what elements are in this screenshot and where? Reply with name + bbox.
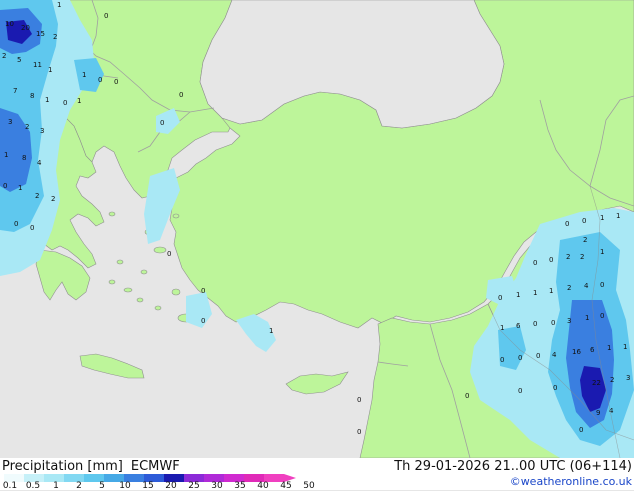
precip-value: 1	[600, 214, 604, 222]
precip-value: 1	[616, 212, 620, 220]
precip-value: 3	[8, 118, 12, 126]
precip-value: 0	[30, 224, 34, 232]
precip-value: 5	[17, 56, 21, 64]
precip-value: 0	[160, 119, 164, 127]
precip-value: 0	[63, 99, 67, 107]
precip-value: 1	[269, 327, 273, 335]
precip-value: 1	[18, 184, 22, 192]
precip-value: 1	[82, 71, 86, 79]
precip-value: 0	[167, 250, 171, 258]
precip-value: 0	[549, 256, 553, 264]
precip-value: 2	[2, 52, 6, 60]
precip-value: 2	[35, 192, 39, 200]
precip-value: 1	[607, 344, 611, 352]
precip-value: 0	[114, 78, 118, 86]
precip-value: 1	[533, 289, 537, 297]
precip-value: 0	[551, 319, 555, 327]
precip-value: 8	[30, 92, 34, 100]
precip-value: 0	[498, 294, 502, 302]
precip-value: 0	[357, 396, 361, 404]
precip-value: 0	[518, 354, 522, 362]
precip-value: 0	[500, 356, 504, 364]
precip-value: 0	[579, 426, 583, 434]
precip-value: 1	[516, 291, 520, 299]
precip-value: 0	[553, 384, 557, 392]
precip-value: 2	[566, 253, 570, 261]
precip-value: 9	[596, 409, 600, 417]
precip-value: 2	[567, 284, 571, 292]
precip-value: 2	[25, 123, 29, 131]
precip-value: 7	[13, 87, 17, 95]
precip-value: 1	[77, 97, 81, 105]
valid-time: Th 29-01-2026 21..00 UTC (06+114)	[394, 459, 632, 474]
precip-value: 1	[48, 66, 52, 74]
precip-value: 0	[3, 182, 7, 190]
credit-link[interactable]: ©weatheronline.co.uk	[510, 475, 632, 488]
precip-value: 1	[623, 343, 627, 351]
precip-value: 0	[518, 387, 522, 395]
precip-value: 22	[592, 379, 601, 387]
model-source: ECMWF	[130, 459, 180, 474]
precip-value: 10	[5, 20, 14, 28]
precip-value: 1	[600, 248, 604, 256]
precip-value: 2	[610, 376, 614, 384]
precip-value: 0	[14, 220, 18, 228]
precip-value: 0	[357, 428, 361, 436]
precip-value: 0	[565, 220, 569, 228]
product-title: Precipitation [mm]	[2, 459, 123, 474]
precip-value: 0	[600, 281, 604, 289]
precip-value: 0	[533, 259, 537, 267]
precip-value: 20	[21, 24, 30, 32]
map-title: Precipitation [mm] ECMWF	[2, 459, 180, 474]
precip-value: 6	[516, 322, 521, 330]
precip-value: 15	[36, 30, 45, 38]
precip-value: 0	[98, 76, 102, 84]
precip-value: 4	[37, 159, 42, 167]
precip-value: 3	[40, 127, 44, 135]
precip-value: 2	[583, 236, 587, 244]
precip-value: 1	[57, 1, 61, 9]
precipitation-map: 1010 2015 22 511110 078 1 0 1032 31 840 12 20 000010…	[0, 0, 634, 458]
precip-value: 3	[626, 374, 630, 382]
precip-value: 0	[179, 91, 183, 99]
footer-bar: Precipitation [mm] ECMWF Th 29-01-2026 21…	[0, 458, 634, 491]
precip-value: 0	[533, 320, 537, 328]
precip-value: 2	[51, 195, 55, 203]
precip-value: 2	[580, 253, 584, 261]
precip-value: 8	[22, 154, 26, 162]
precip-value: 1	[549, 287, 553, 295]
precip-value: 2	[53, 33, 57, 41]
precip-value: 6	[590, 346, 595, 354]
precip-value: 0	[201, 287, 205, 295]
precip-value: 1	[4, 151, 8, 159]
precip-value: 3	[567, 317, 571, 325]
precip-value: 0	[600, 312, 604, 320]
precip-value: 0	[201, 317, 205, 325]
precip-value: 1	[45, 96, 49, 104]
precip-value: 4	[584, 282, 589, 290]
precip-value: 1	[585, 314, 589, 322]
precip-value: 0	[104, 12, 108, 20]
precip-value: 0	[536, 352, 540, 360]
precip-value: 11	[33, 61, 42, 69]
precip-value: 0	[465, 392, 469, 400]
precip-value: 4	[552, 351, 557, 359]
precip-value: 16	[572, 348, 581, 356]
precip-value: 0	[582, 217, 586, 225]
